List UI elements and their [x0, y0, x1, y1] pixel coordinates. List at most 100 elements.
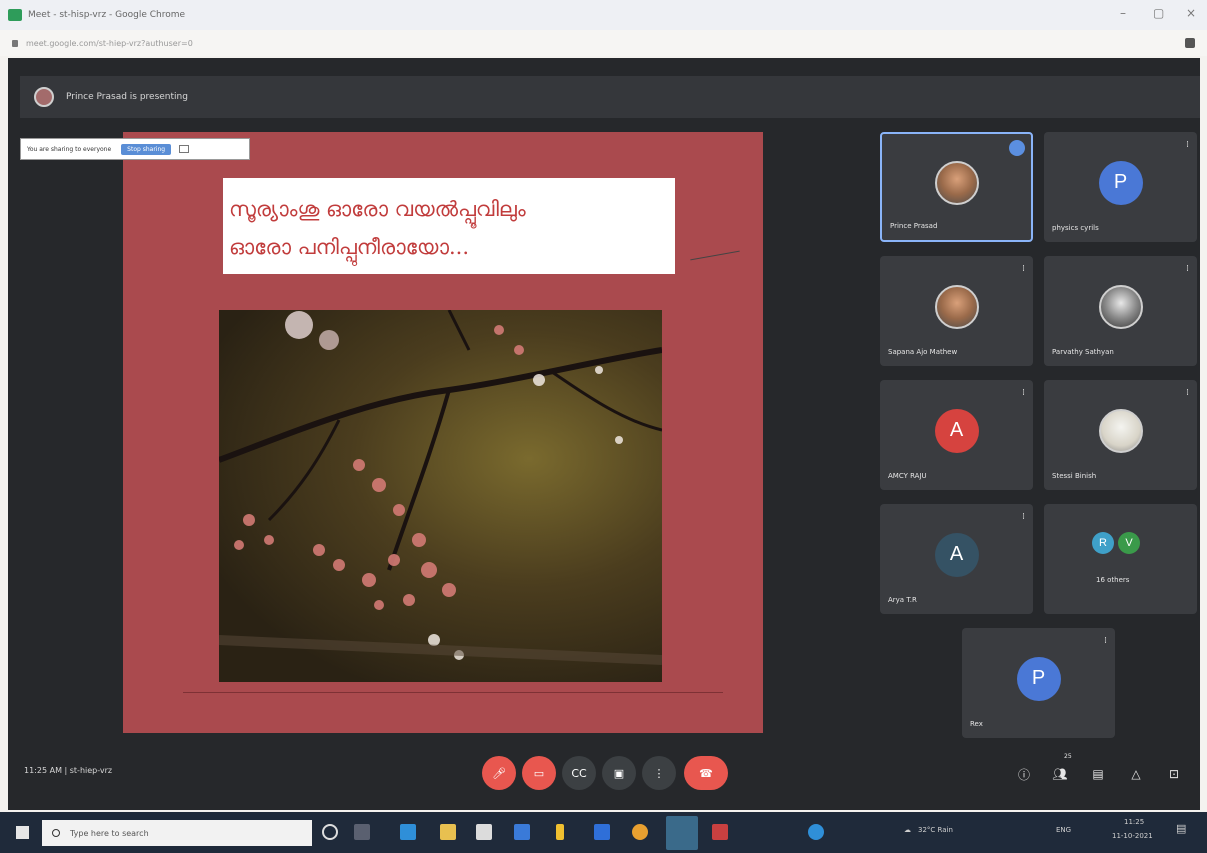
weather-text: 32°C Rain	[918, 826, 953, 834]
participant-tile-physics[interactable]: P ⁞ physics cyrils	[1044, 132, 1197, 242]
mic-off-button[interactable]: 🎤︎	[482, 756, 516, 790]
participant-name: Prince Prasad	[890, 222, 938, 230]
task-view-icon[interactable]	[354, 824, 370, 840]
stop-sharing-button[interactable]: Stop sharing	[121, 143, 172, 155]
dropbox-icon[interactable]	[594, 824, 610, 840]
weather-icon: ☁	[904, 826, 911, 834]
presenting-banner: Prince Prasad is presenting	[20, 76, 1200, 118]
lock-icon	[12, 39, 18, 47]
mic-off-icon: ⁞	[1104, 636, 1107, 646]
clock-date: 11-10-2021	[1112, 832, 1153, 840]
participant-avatar: P	[1098, 160, 1143, 205]
others-avatar-2: V	[1118, 532, 1140, 554]
participant-avatar: A	[934, 408, 979, 453]
notifications-icon[interactable]: ▤	[1176, 822, 1186, 835]
taskbar-search[interactable]: Type here to search	[42, 820, 312, 846]
clock-time: 11:25	[1124, 818, 1145, 826]
presented-slide: സൂര്യാംശു ഓരോ വയൽപ്പൂവിലും ഓരോ പനിപ്പുനീ…	[123, 132, 763, 733]
captions-icon: CC	[571, 766, 587, 780]
sharing-notice: You are sharing to everyone Stop sharing	[20, 138, 250, 160]
present-icon: ▣	[613, 766, 625, 780]
cortana-icon[interactable]	[322, 824, 338, 840]
participant-tile-arya[interactable]: A ⁞ Arya T.R	[880, 504, 1033, 614]
participant-avatar	[1098, 284, 1143, 329]
meet-favicon-icon	[8, 9, 22, 21]
participant-name: physics cyrils	[1052, 224, 1099, 232]
people-icon[interactable]: 👥︎	[1052, 766, 1068, 782]
active-app-icon[interactable]	[666, 816, 698, 850]
browser-titlebar: Meet - st-hisp-vrz - Google Chrome – ▢ ×	[0, 0, 1207, 30]
windows-start-icon[interactable]	[16, 826, 29, 839]
close-button[interactable]: ×	[1186, 6, 1196, 20]
participant-avatar	[1098, 408, 1143, 453]
mic-off-icon: ⁞	[1186, 264, 1189, 274]
file-explorer-icon[interactable]	[440, 824, 456, 840]
meeting-info: 11:25 AM | st-hiep-vrz	[24, 766, 113, 775]
language-indicator: ENG	[1056, 826, 1072, 834]
edge-icon[interactable]	[400, 824, 416, 840]
mic-off-icon: ⁞	[1186, 140, 1189, 150]
minimize-button[interactable]: –	[1120, 6, 1126, 20]
participant-tile-stessi[interactable]: ⁞ Stessi Binish	[1044, 380, 1197, 490]
lock-icon[interactable]: ⊡	[1166, 766, 1182, 782]
participant-tile-rex[interactable]: P ⁞ Rex	[962, 628, 1115, 738]
participant-name: Arya T.R	[888, 596, 917, 604]
mic-off-icon: ⁞	[1022, 388, 1025, 398]
presenter-avatar	[34, 87, 54, 107]
end-call-button[interactable]: ☎	[684, 756, 728, 790]
windows-taskbar: Type here to search ☁ 32°C Rain ENG 11:2…	[0, 812, 1207, 853]
mic-off-icon: ⁞	[1022, 264, 1025, 274]
participant-name: AMCY RAJU	[888, 472, 927, 480]
mic-off-icon: ⁞	[1022, 512, 1025, 522]
info-icon[interactable]: ⓘ	[1016, 766, 1032, 782]
sharing-notice-text: You are sharing to everyone	[27, 145, 112, 153]
participant-avatar	[934, 284, 979, 329]
slide-line-2: ഓരോ പനിപ്പുനീരായോ...	[229, 235, 469, 259]
participant-tile-sapana[interactable]: ⁞ Sapana Ajo Mathew	[880, 256, 1033, 366]
participant-name: Rex	[970, 720, 983, 728]
participant-tile-amcy[interactable]: A ⁞ AMCY RAJU	[880, 380, 1033, 490]
activities-icon[interactable]: △	[1128, 766, 1144, 782]
end-call-icon: ☎	[699, 766, 713, 780]
branch-with-droplets-image	[219, 310, 662, 665]
slide-rule	[183, 692, 723, 693]
participant-tile-parvathy[interactable]: ⁞ Parvathy Sathyan	[1044, 256, 1197, 366]
search-icon	[52, 829, 60, 837]
hide-notice-icon[interactable]	[179, 145, 190, 153]
lightning-app-icon[interactable]	[556, 824, 564, 840]
address-bar[interactable]: meet.google.com/st-hiep-vrz?authuser=0	[0, 30, 1207, 56]
captions-button[interactable]: CC	[562, 756, 596, 790]
people-count: 25	[1064, 752, 1072, 760]
maximize-button[interactable]: ▢	[1153, 6, 1164, 20]
extension-icon[interactable]	[1185, 38, 1195, 48]
slide-photo	[219, 310, 662, 682]
slide-line-1: സൂര്യാംശു ഓരോ വയൽപ്പൂവിലും	[229, 197, 526, 221]
store-icon[interactable]	[476, 824, 492, 840]
slide-textbox: സൂര്യാംശു ഓരോ വയൽപ്പൂവിലും ഓരോ പനിപ്പുനീ…	[223, 178, 675, 274]
others-avatar-1: R	[1092, 532, 1114, 554]
app-icon[interactable]	[712, 824, 728, 840]
participant-avatar: P	[1016, 656, 1061, 701]
camera-off-icon: ▭	[533, 766, 545, 780]
present-button[interactable]: ▣	[602, 756, 636, 790]
mic-off-icon: ⁞	[1186, 388, 1189, 398]
search-placeholder: Type here to search	[70, 828, 149, 838]
chrome-icon[interactable]	[632, 824, 648, 840]
participant-avatar: A	[934, 532, 979, 577]
chat-icon[interactable]: ▤	[1090, 766, 1106, 782]
participant-tile-prince[interactable]: Prince Prasad	[880, 132, 1033, 242]
speaking-badge-icon	[1009, 140, 1025, 156]
participant-name: Sapana Ajo Mathew	[888, 348, 958, 356]
edge-alt-icon[interactable]	[808, 824, 824, 840]
presenting-text: Prince Prasad is presenting	[66, 92, 188, 102]
more-icon: ⋮	[653, 766, 665, 780]
mail-icon[interactable]	[514, 824, 530, 840]
others-count: 16 others	[1096, 576, 1130, 584]
participant-name: Parvathy Sathyan	[1052, 348, 1114, 356]
more-options-button[interactable]: ⋮	[642, 756, 676, 790]
window-title: Meet - st-hisp-vrz - Google Chrome	[28, 10, 186, 20]
camera-off-button[interactable]: ▭	[522, 756, 556, 790]
url-text[interactable]: meet.google.com/st-hiep-vrz?authuser=0	[26, 39, 193, 48]
participant-name: Stessi Binish	[1052, 472, 1097, 480]
participant-tile-others[interactable]: R V 16 others	[1044, 504, 1197, 614]
